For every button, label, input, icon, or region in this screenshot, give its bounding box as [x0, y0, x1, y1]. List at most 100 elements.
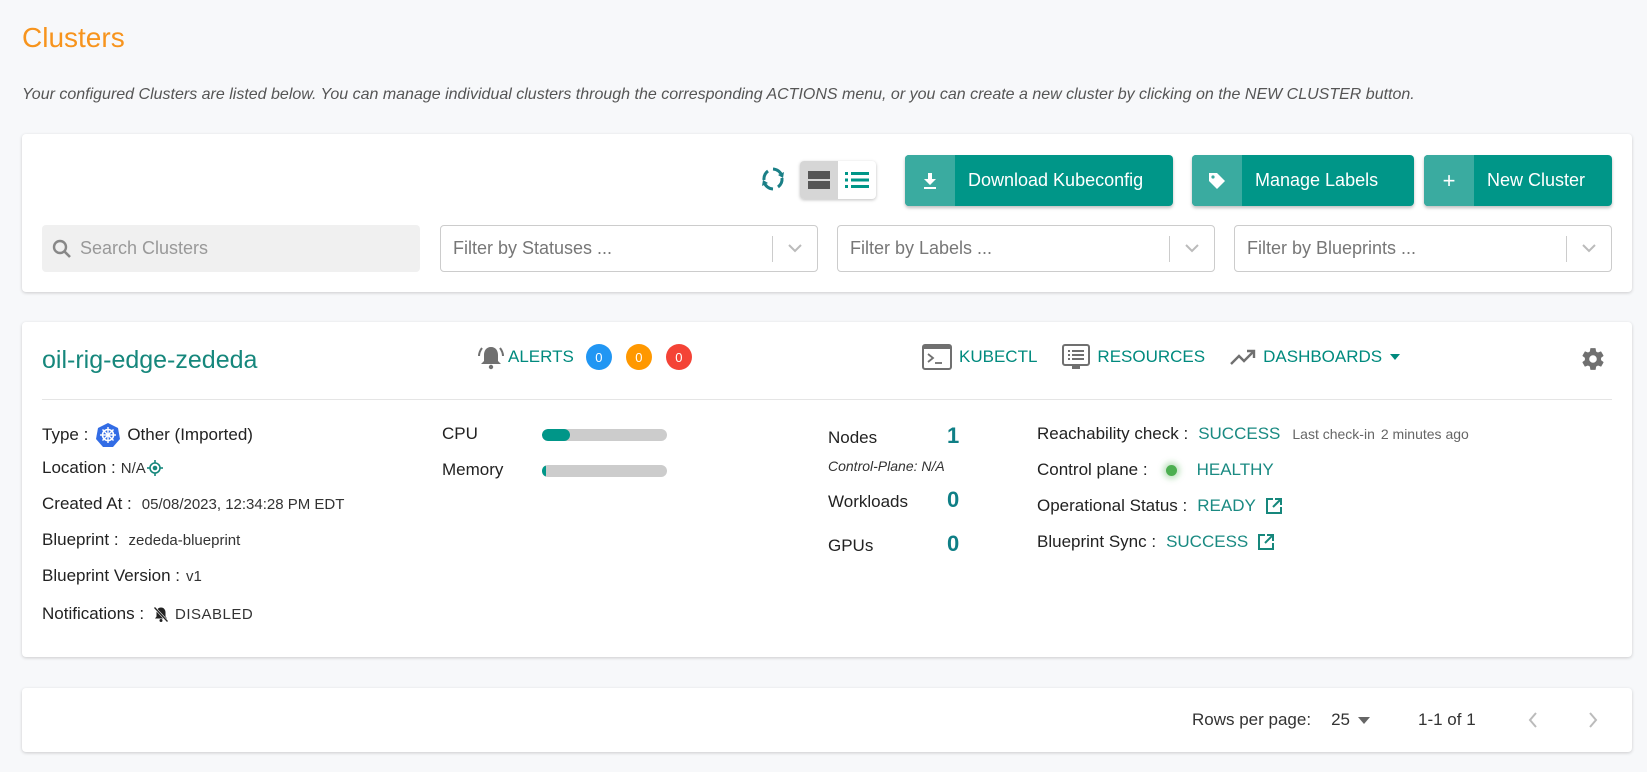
next-page-button[interactable] — [1578, 705, 1608, 735]
open-in-new-icon[interactable] — [1265, 497, 1283, 515]
filter-labels-placeholder: Filter by Labels ... — [850, 238, 993, 258]
notifications-label: Notifications : — [42, 604, 145, 623]
filter-statuses-placeholder: Filter by Statuses ... — [453, 238, 613, 258]
operational-status-label: Operational Status : — [1037, 496, 1188, 515]
page-description: Your configured Clusters are listed belo… — [22, 86, 1415, 103]
memory-usage-fill — [542, 465, 546, 477]
bell-ringing-icon — [478, 347, 504, 370]
dashboards-dropdown[interactable]: DASHBOARDS — [1230, 347, 1407, 367]
healthy-status-dot — [1165, 464, 1177, 476]
workloads-label: Workloads — [828, 492, 908, 511]
warning-alert-count-badge[interactable]: 0 — [625, 344, 652, 370]
created-at-row: Created At : 05/08/2023, 12:34:28 PM EDT — [42, 494, 344, 514]
type-value: Other (Imported) — [127, 425, 253, 444]
workloads-count[interactable]: 0 — [947, 487, 959, 513]
list-view-icon — [845, 172, 869, 188]
caret-down-icon — [1358, 716, 1370, 724]
filter-blueprints-placeholder: Filter by Blueprints ... — [1247, 238, 1417, 258]
rows-per-page-value: 25 — [1331, 710, 1350, 729]
download-kubeconfig-button[interactable]: Download Kubeconfig — [905, 155, 1173, 206]
reachability-label: Reachability check : — [1037, 424, 1189, 443]
nodes-label: Nodes — [828, 428, 878, 447]
caret-down-icon — [1390, 354, 1401, 360]
created-at-label: Created At : — [42, 494, 132, 513]
cluster-name-link[interactable]: oil-rig-edge-zededa — [42, 346, 257, 375]
location-row: Location : N/A — [42, 458, 163, 478]
blueprint-version-row: Blueprint Version : v1 — [42, 566, 202, 586]
pagination-card: Rows per page: 25 1-1 of 1 — [22, 688, 1632, 752]
chevron-down-icon — [1185, 244, 1199, 253]
blueprint-row: Blueprint : zededa-blueprint — [42, 530, 240, 550]
type-label: Type : — [42, 425, 89, 444]
kubectl-link[interactable]: KUBECTL — [922, 344, 1037, 370]
chevron-down-icon — [788, 244, 802, 253]
chevron-down-icon — [1582, 244, 1596, 253]
refresh-icon — [762, 167, 784, 191]
download-icon — [924, 172, 936, 189]
search-box — [42, 225, 420, 272]
filter-labels-select[interactable]: Filter by Labels ... — [837, 225, 1215, 272]
cpu-label: CPU — [442, 424, 478, 443]
card-view-icon — [808, 171, 830, 189]
blueprint-version-label: Blueprint Version : — [42, 566, 180, 585]
refresh-button[interactable] — [758, 164, 788, 194]
search-icon — [52, 239, 71, 258]
list-view-button[interactable] — [838, 161, 876, 199]
kubernetes-icon — [96, 423, 121, 447]
notifications-off-icon — [153, 606, 169, 622]
reachability-row: Reachability check : SUCCESS Last check-… — [1037, 424, 1469, 444]
tag-icon — [1209, 172, 1225, 189]
gpus-label: GPUs — [828, 536, 874, 555]
location-value: N/A — [120, 459, 146, 477]
operational-status-row: Operational Status : READY — [1037, 496, 1283, 516]
rows-per-page-select[interactable]: 25 — [1331, 710, 1370, 730]
created-at-value: 05/08/2023, 12:34:28 PM EDT — [141, 495, 345, 513]
cluster-settings-button[interactable] — [1580, 346, 1606, 377]
open-in-new-icon[interactable] — [1257, 533, 1275, 551]
rows-per-page-label: Rows per page: — [1192, 710, 1312, 729]
location-target-icon[interactable] — [146, 460, 163, 476]
card-divider — [42, 399, 1612, 400]
blueprint-label: Blueprint : — [42, 530, 119, 549]
memory-label: Memory — [442, 460, 504, 479]
search-clusters-input[interactable] — [80, 238, 400, 259]
alerts-label: ALERTS — [508, 347, 574, 366]
manage-labels-label: Manage Labels — [1255, 170, 1379, 190]
plus-icon: + — [1442, 167, 1456, 193]
last-checkin-value: 2 minutes ago — [1380, 426, 1469, 442]
info-alert-count-badge[interactable]: 0 — [585, 344, 612, 370]
page-range: 1-1 of 1 — [1418, 710, 1476, 729]
blueprint-sync-row: Blueprint Sync : SUCCESS — [1037, 532, 1275, 552]
download-kubeconfig-label: Download Kubeconfig — [968, 170, 1144, 190]
filter-statuses-select[interactable]: Filter by Statuses ... — [440, 225, 818, 272]
card-view-button[interactable] — [800, 161, 838, 199]
blueprint-version-value: v1 — [185, 567, 202, 585]
reachability-value: SUCCESS — [1198, 424, 1281, 443]
resources-link[interactable]: RESOURCES — [1062, 344, 1205, 370]
control-plane-note: Control-Plane: N/A — [828, 458, 945, 474]
type-row: Type : Other (Imported) — [42, 422, 253, 448]
filter-blueprints-select[interactable]: Filter by Blueprints ... — [1234, 225, 1612, 272]
control-plane-value: HEALTHY — [1196, 460, 1274, 479]
control-plane-row: Control plane : HEALTHY — [1037, 460, 1274, 480]
previous-page-button[interactable] — [1518, 705, 1548, 735]
location-label: Location : — [42, 458, 116, 477]
chevron-right-icon — [1588, 712, 1597, 728]
manage-labels-button[interactable]: Manage Labels — [1192, 155, 1414, 206]
gpus-count[interactable]: 0 — [947, 531, 959, 557]
new-cluster-button[interactable]: + New Cluster — [1424, 155, 1612, 206]
notifications-value: DISABLED — [175, 605, 254, 623]
alerts-button[interactable]: ALERTS 0 0 0 — [477, 344, 706, 370]
page-title: Clusters — [22, 22, 125, 53]
blueprint-sync-label: Blueprint Sync : — [1037, 532, 1157, 551]
toolbar-card: Download Kubeconfig Manage Labels + New … — [22, 134, 1632, 292]
last-checkin-label: Last check-in — [1292, 426, 1375, 442]
kubectl-label: KUBECTL — [959, 347, 1038, 366]
memory-usage-bar — [542, 465, 667, 477]
notifications-row: Notifications : DISABLED — [42, 604, 253, 624]
cluster-card: oil-rig-edge-zededa ALERTS 0 0 0 KUBECTL — [22, 322, 1632, 657]
nodes-count[interactable]: 1 — [947, 423, 959, 449]
trending-up-icon — [1230, 349, 1256, 365]
blueprint-sync-value: SUCCESS — [1166, 532, 1249, 551]
critical-alert-count-badge[interactable]: 0 — [665, 344, 692, 370]
